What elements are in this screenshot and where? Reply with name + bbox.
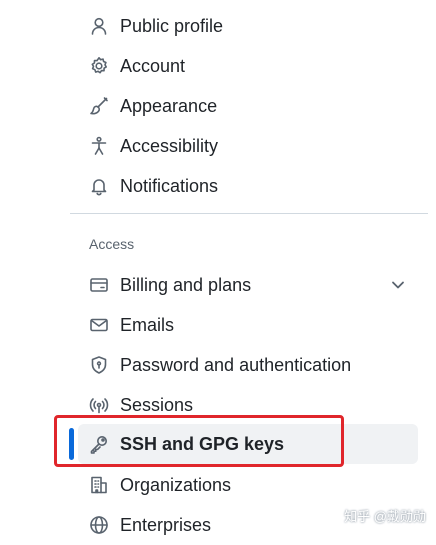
sidebar-item-label: Emails — [120, 314, 175, 335]
sidebar-item-billing-and-plans[interactable]: Billing and plans — [78, 265, 418, 305]
section-heading-access: Access — [89, 236, 135, 252]
accessibility-icon — [88, 135, 110, 157]
sidebar-item-accessibility[interactable]: Accessibility — [78, 126, 418, 166]
sidebar-item-label: Organizations — [120, 474, 232, 495]
shield-lock-icon — [88, 354, 110, 376]
sidebar-item-password-and-authentication[interactable]: Password and authentication — [78, 345, 418, 385]
bell-icon — [88, 175, 110, 197]
paintbrush-icon — [88, 95, 110, 117]
chevron-down-icon[interactable] — [388, 275, 408, 295]
sidebar-item-label: Appearance — [120, 95, 218, 116]
sidebar-item-label: Enterprises — [120, 514, 212, 535]
organization-icon — [88, 474, 110, 496]
sidebar-item-label: Password and authentication — [120, 354, 352, 375]
sidebar-item-account[interactable]: Account — [78, 46, 418, 86]
sidebar-item-notifications[interactable]: Notifications — [78, 166, 418, 206]
sidebar-item-label: Accessibility — [120, 135, 219, 156]
sidebar-item-public-profile[interactable]: Public profile — [78, 6, 418, 46]
sidebar-item-appearance[interactable]: Appearance — [78, 86, 418, 126]
sidebar-item-label: Account — [120, 55, 186, 76]
sidebar-item-label: Billing and plans — [120, 274, 252, 295]
active-indicator — [69, 428, 74, 460]
sidebar-item-label: Notifications — [120, 175, 219, 196]
gear-icon — [88, 55, 110, 77]
globe-icon — [88, 514, 110, 536]
broadcast-icon — [88, 394, 110, 416]
mail-icon — [88, 314, 110, 336]
watermark: 知乎 @戴勋勋 — [344, 509, 426, 524]
person-icon — [88, 15, 110, 37]
credit-card-icon — [88, 274, 110, 296]
sidebar-item-label: Public profile — [120, 15, 224, 36]
sidebar-item-label: Sessions — [120, 394, 194, 415]
sidebar-item-emails[interactable]: Emails — [78, 305, 418, 345]
sidebar-item-sessions[interactable]: Sessions — [78, 385, 418, 425]
section-divider — [70, 213, 428, 214]
sidebar-item-ssh-and-gpg-keys[interactable]: SSH and GPG keys — [78, 424, 418, 464]
sidebar-item-organizations[interactable]: Organizations — [78, 465, 418, 505]
key-icon — [88, 433, 110, 455]
sidebar-item-label: SSH and GPG keys — [120, 433, 285, 454]
